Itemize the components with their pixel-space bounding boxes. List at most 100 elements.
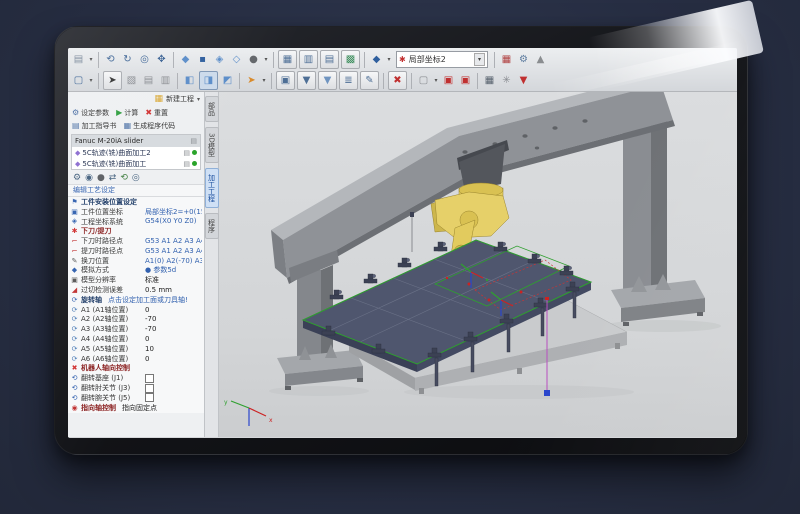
machine-setup-icon[interactable]: ▥ — [299, 50, 318, 69]
property-row: ⚑ 工件安装位置设定 — [68, 197, 204, 207]
property-value[interactable]: -70 — [145, 315, 202, 323]
dropdown-caret-icon[interactable]: ▾ — [432, 72, 440, 89]
set-parameters-button[interactable]: ⚙ 设定参数 — [72, 108, 109, 118]
vertex-snap-icon[interactable]: ▪ — [194, 51, 211, 68]
data-table-icon[interactable]: ≣ — [339, 71, 358, 90]
sphere-tool-icon[interactable]: ● — [97, 173, 105, 183]
coordinate-system-combobox[interactable]: ✱ 局部坐标2 ▾ — [396, 51, 488, 68]
annotate-icon[interactable]: ✎ — [360, 71, 379, 90]
world-icon[interactable]: ◎ — [132, 173, 140, 183]
surface-new-icon[interactable]: ◩ — [219, 72, 236, 89]
pick-point-icon[interactable]: ➤ — [243, 72, 260, 89]
edit-process-link[interactable]: 编辑工艺设定 — [68, 184, 204, 197]
property-value[interactable]: -70 — [145, 325, 202, 333]
property-icon: ⟳ — [70, 325, 79, 333]
simulation-cell-icon[interactable]: ▦ — [278, 50, 297, 69]
zoom-icon[interactable]: ◎ — [136, 51, 153, 68]
dropdown-caret-icon[interactable]: ▾ — [385, 51, 393, 68]
trajectory-icon[interactable]: ◈ — [211, 51, 228, 68]
scene-canvas[interactable]: y x — [219, 92, 737, 437]
swap-icon[interactable]: ⇄ — [109, 173, 117, 183]
property-value[interactable]: A1(0) A2(-70) A3(-70) — [145, 257, 202, 265]
surface-path-icon[interactable]: ◧ — [181, 72, 198, 89]
toolbar-separator — [271, 73, 272, 89]
side-tab[interactable]: 加工工程 — [205, 168, 219, 208]
pdf-report-icon[interactable]: ▣ — [457, 72, 474, 89]
property-value[interactable]: 0 — [145, 335, 202, 343]
monitor-sim-icon[interactable]: ▩ — [341, 50, 360, 69]
combobox-dropdown-button[interactable]: ▾ — [474, 53, 485, 66]
property-label: 翻转腕关节 (J5) — [81, 393, 143, 403]
generate-code-button[interactable]: ▦ 生成程序代码 — [124, 121, 176, 131]
work-instruction-button[interactable]: ▤ 加工指导书 — [72, 121, 117, 131]
property-value[interactable]: 0 — [145, 355, 202, 363]
open-project-icon[interactable]: ▤ — [70, 51, 87, 68]
render-sphere-icon[interactable]: ● — [245, 51, 262, 68]
chevron-down-icon[interactable]: ▾ — [197, 96, 200, 103]
stamp-paste-icon[interactable]: ▥ — [157, 72, 174, 89]
side-tab[interactable]: 程序 — [205, 213, 219, 239]
screen-capture-icon[interactable]: ▦ — [481, 72, 498, 89]
tool-library-icon[interactable]: ⚙ — [515, 51, 532, 68]
property-value[interactable]: 0 — [145, 306, 202, 314]
checkbox[interactable] — [145, 384, 154, 393]
display-settings-icon[interactable]: ▦ — [498, 51, 515, 68]
property-label: 翻转肘关节 (J3) — [81, 383, 143, 393]
red-filter-icon[interactable]: ▼ — [515, 72, 532, 89]
mesh-view-icon[interactable]: ◇ — [228, 51, 245, 68]
viewport-3d[interactable]: y x — [219, 92, 737, 437]
pdf-export-icon[interactable]: ▣ — [440, 72, 457, 89]
camera-view-icon[interactable]: ▣ — [276, 71, 295, 90]
terrain-icon[interactable]: ▲ — [532, 51, 549, 68]
property-value[interactable]: 局部坐标2=+0(1544.582 — [145, 207, 202, 217]
link-nodes-icon[interactable]: ✳ — [498, 72, 515, 89]
filter-path-icon[interactable]: ▼ — [318, 71, 337, 90]
operation-tree: Fanuc M-20iA slider ▤ ◆ 5C轨迹(铣)曲面加工2 ▤ — [71, 134, 201, 170]
property-value[interactable]: G53 A1 A2 A3 A4 A5 A — [145, 237, 202, 245]
tree-operation-item[interactable]: ◆ 5C轨迹(铣)曲面加工2 ▤ — [72, 147, 200, 158]
side-tab[interactable]: 3D模型 — [205, 127, 219, 163]
reset-button[interactable]: ✖ 重置 — [145, 108, 168, 118]
gantry-column-right[interactable] — [611, 116, 705, 326]
new-project-button[interactable]: 新建工程 — [166, 94, 194, 104]
property-icon: ⟳ — [70, 335, 79, 343]
filter-tool-icon[interactable]: ▼ — [297, 71, 316, 90]
probe-icon[interactable]: ◉ — [85, 173, 93, 183]
tree-root-row[interactable]: Fanuc M-20iA slider ▤ — [72, 135, 200, 147]
property-value[interactable]: 10 — [145, 345, 202, 353]
property-value[interactable]: 点击设定加工面或刀具轴! — [108, 295, 202, 305]
dropdown-caret-icon[interactable]: ▾ — [262, 51, 270, 68]
property-row: ✱ 下刀/提刀 — [68, 226, 204, 236]
stamp-copy-icon[interactable]: ▤ — [140, 72, 157, 89]
property-value[interactable]: ● 参数5d — [145, 265, 202, 275]
box-select-icon[interactable]: ▧ — [123, 72, 140, 89]
new-doc-icon[interactable]: ▢ — [70, 72, 87, 89]
toolbar-separator — [177, 73, 178, 89]
tree-operation-item[interactable]: ◆ 5C轨迹(铣)曲面加工 ▤ — [72, 158, 200, 169]
dropdown-caret-icon[interactable]: ▾ — [87, 72, 95, 89]
checkbox[interactable] — [145, 393, 154, 402]
surface-edit-icon[interactable]: ◨ — [199, 71, 218, 90]
calculate-button[interactable]: ▶ 计算 — [116, 108, 138, 118]
rotate-view-icon[interactable]: ↻ — [119, 51, 136, 68]
status-ok-dot — [192, 150, 197, 155]
collision-shield-icon[interactable]: ◆ — [368, 51, 385, 68]
report-doc-icon[interactable]: ▢ — [415, 72, 432, 89]
side-tab[interactable]: 部品 — [205, 96, 219, 122]
orbit-view-icon[interactable]: ⟲ — [102, 51, 119, 68]
property-value[interactable]: G54(X0 Y0 Z0) — [145, 217, 202, 225]
property-value[interactable]: 指向固定点 — [122, 403, 202, 413]
refresh-icon[interactable]: ⟲ — [120, 173, 128, 183]
tool-setup-icon[interactable]: ⚙ — [73, 173, 81, 183]
shaded-view-icon[interactable]: ◆ — [177, 51, 194, 68]
property-value[interactable]: 标准 — [145, 275, 202, 285]
checkbox[interactable] — [145, 374, 154, 383]
dropdown-caret-icon[interactable]: ▾ — [260, 72, 268, 89]
dropdown-caret-icon[interactable]: ▾ — [87, 51, 95, 68]
pan-icon[interactable]: ✥ — [153, 51, 170, 68]
property-value[interactable]: 0.5 mm — [145, 286, 202, 294]
measure-icon[interactable]: ▤ — [320, 50, 339, 69]
axis-delete-icon[interactable]: ✖ — [388, 71, 407, 90]
property-value[interactable]: G53 A1 A2 A3 A4 A5 A — [145, 247, 202, 255]
select-arrow-icon[interactable]: ➤ — [103, 71, 122, 90]
